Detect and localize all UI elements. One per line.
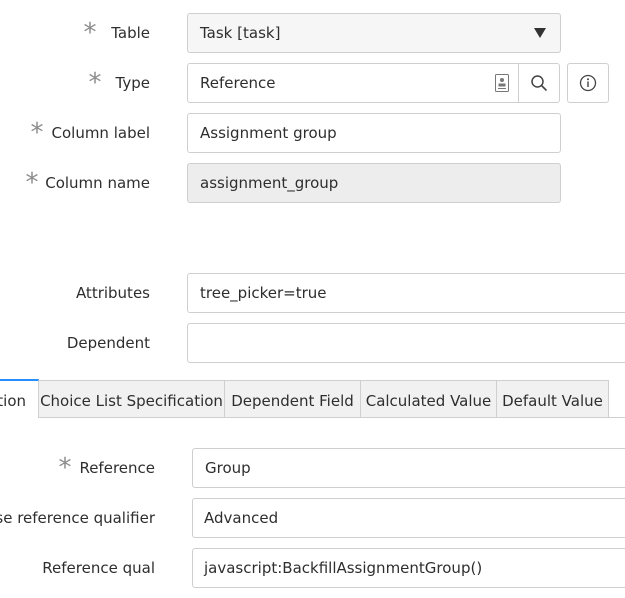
- dictionary-entry-form: * Table Task [task] * Type Reference * C…: [0, 0, 625, 598]
- dependent-label: Dependent: [66, 334, 150, 352]
- tab-choice-list-specification[interactable]: Choice List Specification: [38, 380, 225, 417]
- required-asterisk-icon: *: [88, 68, 102, 98]
- tab-default-value[interactable]: Default Value: [496, 380, 609, 417]
- tab-reference-specification[interactable]: tion: [0, 379, 39, 418]
- column-name-row: * Column name assignment_group: [0, 163, 625, 203]
- required-asterisk-icon: *: [30, 118, 44, 148]
- column-name-input[interactable]: assignment_group: [187, 163, 561, 203]
- tab-calculated-value[interactable]: Calculated Value: [360, 380, 497, 417]
- reference-qual-row: Reference qual javascript:BackfillAssign…: [0, 548, 625, 588]
- column-label-label: Column label: [51, 124, 151, 142]
- table-select[interactable]: Task [task]: [187, 13, 561, 53]
- use-reference-qualifier-select[interactable]: Advanced: [192, 498, 625, 538]
- reference-label: Reference: [79, 459, 155, 477]
- attributes-row: Attributes tree_picker=true: [0, 273, 625, 313]
- reference-qual-label: Reference qual: [42, 559, 155, 577]
- type-input[interactable]: Reference: [187, 63, 560, 103]
- type-row: * Type Reference: [0, 63, 625, 103]
- attributes-input[interactable]: tree_picker=true: [187, 273, 625, 313]
- reference-row: * Reference Group: [0, 448, 625, 488]
- column-label-value: Assignment group: [200, 124, 337, 142]
- use-reference-qualifier-value: Advanced: [204, 509, 279, 527]
- tabs-divider: [0, 417, 625, 418]
- table-row: * Table Task [task]: [0, 13, 625, 53]
- reference-input[interactable]: Group: [192, 448, 625, 488]
- dependent-row: Dependent: [0, 323, 625, 363]
- required-asterisk-icon: *: [25, 168, 39, 198]
- info-icon: [579, 74, 597, 92]
- type-input-value: Reference: [200, 74, 276, 92]
- required-asterisk-icon: *: [83, 18, 97, 48]
- type-label: Type: [115, 74, 150, 92]
- column-name-label: Column name: [45, 174, 150, 192]
- tab-label: Default Value: [502, 392, 603, 410]
- column-label-input[interactable]: Assignment group: [187, 113, 561, 153]
- reference-value: Group: [205, 459, 251, 477]
- tab-label: tion: [0, 392, 26, 410]
- required-asterisk-icon: *: [58, 453, 72, 483]
- tab-label: Dependent Field: [231, 392, 354, 410]
- chevron-down-icon: [534, 28, 546, 38]
- reference-qual-input[interactable]: javascript:BackfillAssignmentGroup(): [192, 548, 625, 588]
- attributes-value: tree_picker=true: [200, 284, 327, 302]
- column-name-value: assignment_group: [200, 174, 339, 192]
- use-reference-qualifier-label: Use reference qualifier: [0, 509, 155, 527]
- reference-lookup-button[interactable]: [519, 64, 559, 102]
- document-icon[interactable]: [495, 74, 509, 92]
- dependent-input[interactable]: [187, 323, 625, 363]
- reference-qual-value: javascript:BackfillAssignmentGroup(): [204, 559, 483, 577]
- search-icon: [531, 75, 547, 91]
- table-select-value: Task [task]: [200, 24, 281, 42]
- section-tabs: tion Choice List Specification Dependent…: [0, 379, 625, 418]
- attributes-label: Attributes: [75, 284, 150, 302]
- info-button[interactable]: [567, 63, 609, 103]
- tab-dependent-field[interactable]: Dependent Field: [224, 380, 361, 417]
- tab-label: Calculated Value: [365, 392, 492, 410]
- column-label-row: * Column label Assignment group: [0, 113, 625, 153]
- table-label: Table: [111, 24, 150, 42]
- use-reference-qualifier-row: Use reference qualifier Advanced: [0, 498, 625, 538]
- tab-label: Choice List Specification: [40, 392, 223, 410]
